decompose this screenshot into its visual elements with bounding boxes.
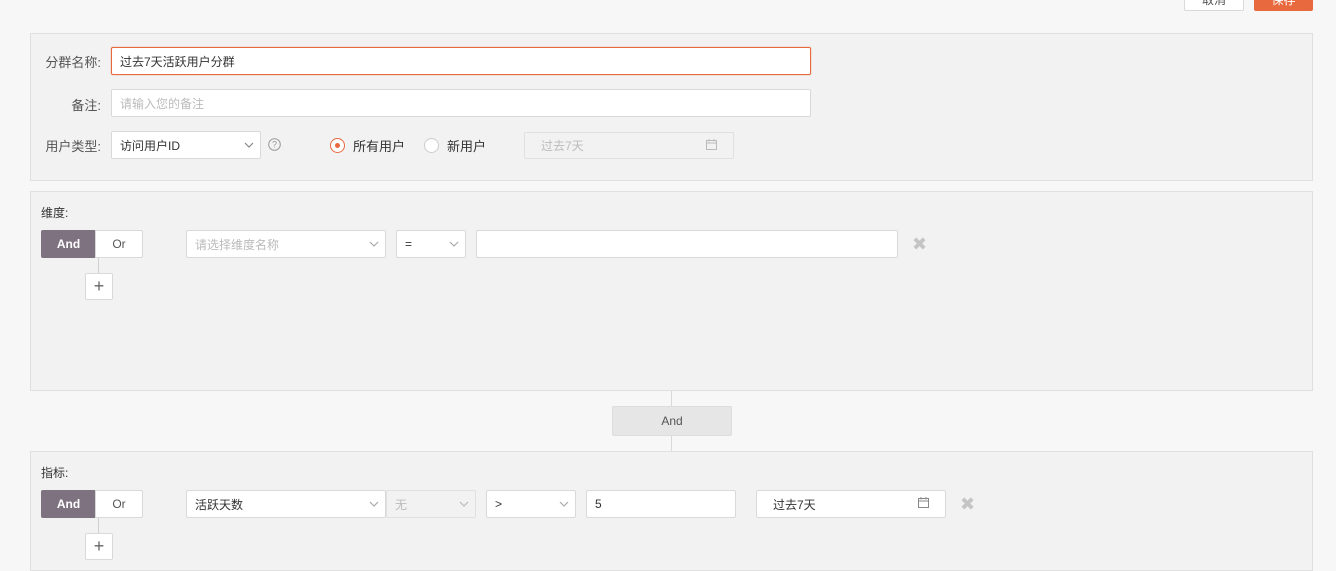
chevron-down-icon xyxy=(369,240,379,248)
chevron-down-icon xyxy=(244,141,254,149)
radio-all-users-circle[interactable] xyxy=(330,138,345,153)
remark-input[interactable]: 请输入您的备注 xyxy=(111,89,811,117)
cancel-button-label: 取消 xyxy=(1201,0,1226,7)
metric-tree-line xyxy=(98,518,99,534)
metric-toggle-or-label: Or xyxy=(112,497,126,511)
group-name-value: 过去7天活跃用户分群 xyxy=(120,54,235,69)
svg-text:?: ? xyxy=(272,140,277,150)
save-button[interactable]: 保存 xyxy=(1254,0,1313,11)
plus-icon: + xyxy=(93,536,105,556)
metric-name-select[interactable]: 活跃天数 xyxy=(186,490,386,518)
connector-and-label: And xyxy=(661,414,683,428)
close-icon[interactable]: ✖ xyxy=(960,495,975,513)
dimension-toggle-and[interactable]: And xyxy=(41,230,96,258)
radio-new-users[interactable]: 新用户 xyxy=(424,136,486,155)
user-date-range-picker[interactable]: 过去7天 xyxy=(524,132,734,159)
dimension-operator-select[interactable]: = xyxy=(396,230,466,258)
dimension-panel xyxy=(30,191,1313,391)
user-date-range-value: 过去7天 xyxy=(541,139,584,153)
metric-toggle-and-label: And xyxy=(56,497,81,511)
close-icon[interactable]: ✖ xyxy=(912,235,927,253)
cancel-button[interactable]: 取消 xyxy=(1184,0,1244,11)
metric-toggle-and[interactable]: And xyxy=(41,490,96,518)
remark-label: 备注: xyxy=(71,98,101,113)
dimension-toggle-and-label: And xyxy=(56,237,81,251)
dimension-toggle-or[interactable]: Or xyxy=(95,230,143,258)
calendar-icon xyxy=(918,497,929,511)
dimension-toggle-or-label: Or xyxy=(112,237,126,251)
save-button-label: 保存 xyxy=(1271,0,1296,7)
dimension-operator-value: = xyxy=(405,237,413,251)
metric-aggregation-value: 无 xyxy=(395,497,408,512)
chevron-down-icon xyxy=(459,500,469,508)
metric-date-range-value: 过去7天 xyxy=(773,497,816,512)
metric-operator-value: > xyxy=(495,497,503,511)
group-name-label: 分群名称: xyxy=(45,55,101,70)
chevron-down-icon xyxy=(559,500,569,508)
calendar-icon xyxy=(706,138,717,153)
question-circle-icon[interactable]: ? xyxy=(268,138,281,151)
connector-and-button[interactable]: And xyxy=(612,406,732,436)
connector-line-top xyxy=(671,391,672,406)
dimension-name-select[interactable]: 请选择维度名称 xyxy=(186,230,386,258)
metric-add-button[interactable]: + xyxy=(85,533,113,560)
metric-toggle-or[interactable]: Or xyxy=(95,490,143,518)
user-type-select[interactable]: 访问用户ID xyxy=(111,131,261,159)
dimension-tree-line xyxy=(98,258,99,274)
dimension-add-button[interactable]: + xyxy=(85,273,113,300)
metric-threshold-input[interactable]: 5 xyxy=(586,490,736,518)
radio-new-users-label: 新用户 xyxy=(447,139,487,154)
metric-threshold-value: 5 xyxy=(595,497,602,511)
user-type-label: 用户类型: xyxy=(45,139,101,154)
dimension-title: 维度: xyxy=(41,206,69,220)
radio-new-users-circle[interactable] xyxy=(424,138,439,153)
remark-placeholder: 请输入您的备注 xyxy=(120,96,205,111)
dimension-value-input[interactable] xyxy=(476,230,898,258)
connector-line-bottom xyxy=(671,436,672,451)
chevron-down-icon xyxy=(369,500,379,508)
metric-date-range-picker[interactable]: 过去7天 xyxy=(756,490,946,518)
group-name-input[interactable]: 过去7天活跃用户分群 xyxy=(111,47,811,75)
user-type-value: 访问用户ID xyxy=(120,138,181,153)
radio-all-users-label: 所有用户 xyxy=(353,139,406,154)
metric-aggregation-select[interactable]: 无 xyxy=(386,490,476,518)
metric-operator-select[interactable]: > xyxy=(486,490,576,518)
radio-all-users[interactable]: 所有用户 xyxy=(330,136,405,155)
metric-title: 指标: xyxy=(41,466,69,480)
plus-icon: + xyxy=(93,276,105,296)
dimension-name-placeholder: 请选择维度名称 xyxy=(195,237,280,252)
chevron-down-icon xyxy=(449,240,459,248)
metric-name-value: 活跃天数 xyxy=(195,497,244,512)
